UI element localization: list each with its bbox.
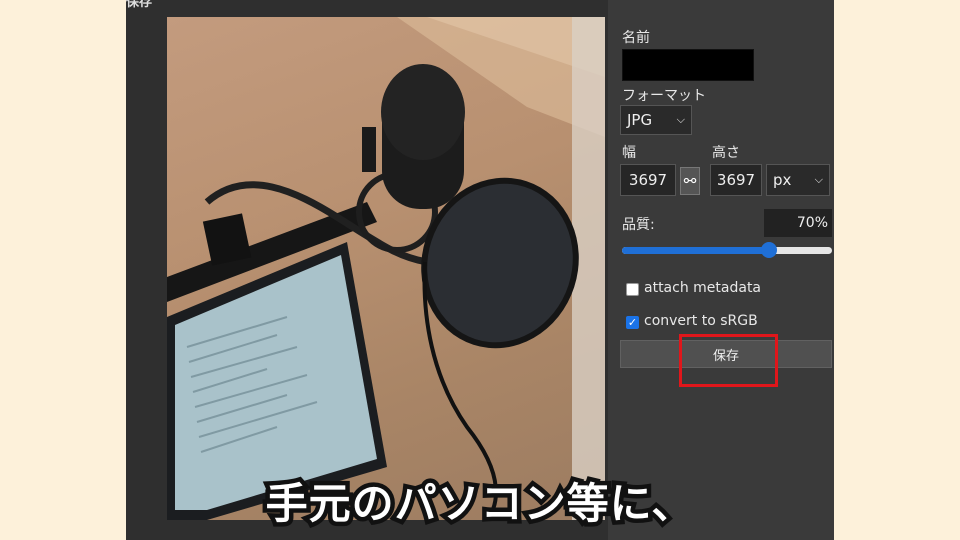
quality-value[interactable]: 70% [764,209,832,237]
name-input[interactable] [622,49,754,81]
image-preview [167,17,605,520]
height-input[interactable]: 3697 [710,164,762,196]
format-label: フォーマット [622,88,706,104]
attach-metadata-checkbox[interactable] [626,283,639,296]
height-label: 高さ [712,145,740,161]
quality-label: 品質: [622,217,655,233]
video-subtitle: 手元のパソコン等に、 [261,475,698,533]
attach-metadata-label: attach metadata [644,280,762,296]
format-select[interactable]: JPG ⌵ [620,105,692,135]
convert-srgb-label: convert to sRGB [644,313,758,329]
chevron-down-icon: ⌵ [676,113,685,126]
width-input[interactable]: 3697 [620,164,676,196]
chevron-down-icon: ⌵ [814,173,823,186]
microphone-photo [167,17,605,520]
convert-srgb-checkbox[interactable]: ✓ [626,316,639,329]
chain-link-icon[interactable]: ⚯ [680,167,700,195]
dialog-title: 保存 [126,0,153,10]
unit-value: px [773,171,792,189]
export-settings-panel: 名前 フォーマット JPG ⌵ 幅 高さ 3697 ⚯ 3697 px ⌵ 品質… [608,0,834,540]
quality-slider-fill [622,247,769,254]
format-value: JPG [627,111,653,129]
red-highlight-box [679,334,778,387]
width-label: 幅 [622,145,636,161]
quality-slider-thumb[interactable] [761,242,777,258]
save-dialog: 保存 × [126,0,834,540]
unit-select[interactable]: px ⌵ [766,164,830,196]
name-label: 名前 [622,30,650,46]
quality-slider[interactable] [622,242,832,258]
